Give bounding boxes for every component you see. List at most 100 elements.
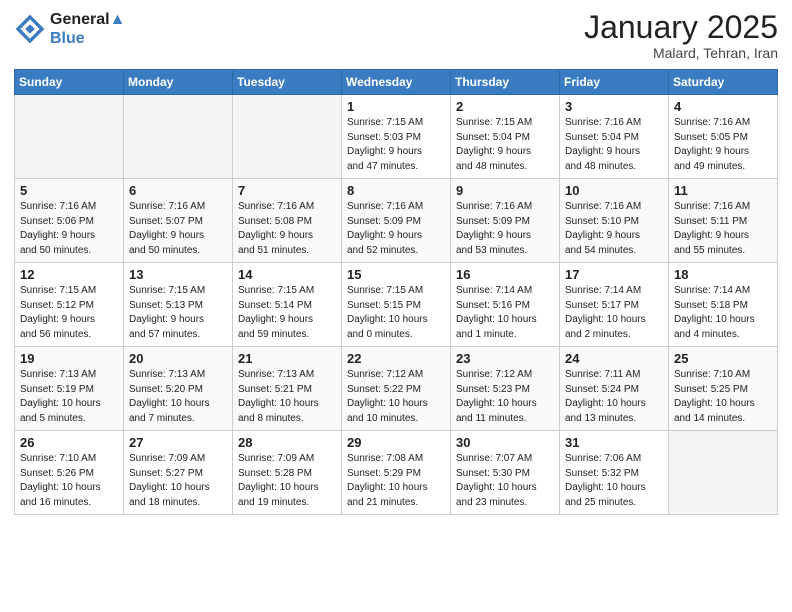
calendar-table: SundayMondayTuesdayWednesdayThursdayFrid… [14, 69, 778, 515]
day-number: 11 [674, 183, 772, 198]
day-number: 19 [20, 351, 118, 366]
day-info: Sunrise: 7:13 AM Sunset: 5:20 PM Dayligh… [129, 368, 227, 426]
logo-text: General▲ Blue [50, 10, 125, 48]
day-number: 12 [20, 267, 118, 282]
weekday-header-monday: Monday [124, 70, 233, 95]
day-number: 23 [456, 351, 554, 366]
day-cell: 26 Sunrise: 7:10 AM Sunset: 5:26 PM Dayli… [15, 431, 124, 515]
day-cell: 18 Sunrise: 7:14 AM Sunset: 5:18 PM Dayli… [669, 263, 778, 347]
day-number: 24 [565, 351, 663, 366]
day-info: Sunrise: 7:15 AM Sunset: 5:04 PM Dayligh… [456, 116, 554, 174]
day-info: Sunrise: 7:08 AM Sunset: 5:29 PM Dayligh… [347, 452, 445, 510]
day-cell: 3Sunrise: 7:16 AM Sunset: 5:04 PM Daylig… [560, 95, 669, 179]
week-row-2: 5Sunrise: 7:16 AM Sunset: 5:06 PM Daylig… [15, 179, 778, 263]
day-number: 4 [674, 99, 772, 114]
weekday-header-saturday: Saturday [669, 70, 778, 95]
day-cell: 13 Sunrise: 7:15 AM Sunset: 5:13 PM Dayli… [124, 263, 233, 347]
week-row-5: 26 Sunrise: 7:10 AM Sunset: 5:26 PM Dayli… [15, 431, 778, 515]
title-block: January 2025 Malard, Tehran, Iran [584, 10, 778, 61]
week-row-1: 1Sunrise: 7:15 AM Sunset: 5:03 PM Daylig… [15, 95, 778, 179]
day-cell [15, 95, 124, 179]
logo: General▲ Blue [14, 10, 125, 48]
day-info: Sunrise: 7:14 AM Sunset: 5:16 PM Dayligh… [456, 284, 554, 342]
day-cell: 10Sunrise: 7:16 AM Sunset: 5:10 PM Dayli… [560, 179, 669, 263]
day-cell: 22 Sunrise: 7:12 AM Sunset: 5:22 PM Dayli… [342, 347, 451, 431]
day-number: 22 [347, 351, 445, 366]
day-info: Sunrise: 7:16 AM Sunset: 5:09 PM Dayligh… [347, 200, 445, 258]
day-number: 20 [129, 351, 227, 366]
day-number: 13 [129, 267, 227, 282]
day-info: Sunrise: 7:15 AM Sunset: 5:13 PM Dayligh… [129, 284, 227, 342]
day-info: Sunrise: 7:14 AM Sunset: 5:18 PM Dayligh… [674, 284, 772, 342]
header: General▲ Blue January 2025 Malard, Tehra… [14, 10, 778, 61]
day-cell: 29 Sunrise: 7:08 AM Sunset: 5:29 PM Dayli… [342, 431, 451, 515]
day-info: Sunrise: 7:12 AM Sunset: 5:23 PM Dayligh… [456, 368, 554, 426]
month-title: January 2025 [584, 10, 778, 45]
day-cell: 24 Sunrise: 7:11 AM Sunset: 5:24 PM Dayli… [560, 347, 669, 431]
day-cell: 6 Sunrise: 7:16 AM Sunset: 5:07 PM Daylig… [124, 179, 233, 263]
week-row-3: 12 Sunrise: 7:15 AM Sunset: 5:12 PM Dayli… [15, 263, 778, 347]
day-cell: 8 Sunrise: 7:16 AM Sunset: 5:09 PM Daylig… [342, 179, 451, 263]
day-info: Sunrise: 7:07 AM Sunset: 5:30 PM Dayligh… [456, 452, 554, 510]
day-cell: 14Sunrise: 7:15 AM Sunset: 5:14 PM Dayli… [233, 263, 342, 347]
day-number: 28 [238, 435, 336, 450]
day-cell: 21 Sunrise: 7:13 AM Sunset: 5:21 PM Dayli… [233, 347, 342, 431]
day-number: 9 [456, 183, 554, 198]
day-number: 15 [347, 267, 445, 282]
location: Malard, Tehran, Iran [584, 45, 778, 61]
day-info: Sunrise: 7:12 AM Sunset: 5:22 PM Dayligh… [347, 368, 445, 426]
day-info: Sunrise: 7:13 AM Sunset: 5:19 PM Dayligh… [20, 368, 118, 426]
day-number: 18 [674, 267, 772, 282]
day-cell: 17 Sunrise: 7:14 AM Sunset: 5:17 PM Dayli… [560, 263, 669, 347]
calendar-page: General▲ Blue January 2025 Malard, Tehra… [0, 0, 792, 612]
day-cell: 5Sunrise: 7:16 AM Sunset: 5:06 PM Daylig… [15, 179, 124, 263]
weekday-header-sunday: Sunday [15, 70, 124, 95]
day-info: Sunrise: 7:15 AM Sunset: 5:03 PM Dayligh… [347, 116, 445, 174]
day-number: 29 [347, 435, 445, 450]
day-number: 30 [456, 435, 554, 450]
day-info: Sunrise: 7:16 AM Sunset: 5:11 PM Dayligh… [674, 200, 772, 258]
day-info: Sunrise: 7:16 AM Sunset: 5:08 PM Dayligh… [238, 200, 336, 258]
weekday-header-tuesday: Tuesday [233, 70, 342, 95]
day-cell: 25 Sunrise: 7:10 AM Sunset: 5:25 PM Dayli… [669, 347, 778, 431]
weekday-header-row: SundayMondayTuesdayWednesdayThursdayFrid… [15, 70, 778, 95]
day-info: Sunrise: 7:16 AM Sunset: 5:09 PM Dayligh… [456, 200, 554, 258]
day-info: Sunrise: 7:06 AM Sunset: 5:32 PM Dayligh… [565, 452, 663, 510]
day-info: Sunrise: 7:15 AM Sunset: 5:12 PM Dayligh… [20, 284, 118, 342]
day-cell: 16Sunrise: 7:14 AM Sunset: 5:16 PM Dayli… [451, 263, 560, 347]
day-cell: 15Sunrise: 7:15 AM Sunset: 5:15 PM Dayli… [342, 263, 451, 347]
day-info: Sunrise: 7:13 AM Sunset: 5:21 PM Dayligh… [238, 368, 336, 426]
day-number: 10 [565, 183, 663, 198]
day-number: 25 [674, 351, 772, 366]
day-info: Sunrise: 7:16 AM Sunset: 5:07 PM Dayligh… [129, 200, 227, 258]
day-cell: 19 Sunrise: 7:13 AM Sunset: 5:19 PM Dayli… [15, 347, 124, 431]
day-cell [233, 95, 342, 179]
day-cell: 1Sunrise: 7:15 AM Sunset: 5:03 PM Daylig… [342, 95, 451, 179]
day-number: 17 [565, 267, 663, 282]
day-info: Sunrise: 7:14 AM Sunset: 5:17 PM Dayligh… [565, 284, 663, 342]
day-info: Sunrise: 7:10 AM Sunset: 5:26 PM Dayligh… [20, 452, 118, 510]
weekday-header-thursday: Thursday [451, 70, 560, 95]
day-cell: 11 Sunrise: 7:16 AM Sunset: 5:11 PM Dayli… [669, 179, 778, 263]
day-cell: 7Sunrise: 7:16 AM Sunset: 5:08 PM Daylig… [233, 179, 342, 263]
day-cell [124, 95, 233, 179]
day-number: 6 [129, 183, 227, 198]
day-cell: 23 Sunrise: 7:12 AM Sunset: 5:23 PM Dayli… [451, 347, 560, 431]
day-info: Sunrise: 7:11 AM Sunset: 5:24 PM Dayligh… [565, 368, 663, 426]
day-info: Sunrise: 7:10 AM Sunset: 5:25 PM Dayligh… [674, 368, 772, 426]
day-number: 3 [565, 99, 663, 114]
day-number: 26 [20, 435, 118, 450]
day-cell: 27Sunrise: 7:09 AM Sunset: 5:27 PM Dayli… [124, 431, 233, 515]
day-number: 21 [238, 351, 336, 366]
day-number: 27 [129, 435, 227, 450]
day-number: 8 [347, 183, 445, 198]
logo-icon [14, 13, 46, 45]
day-number: 2 [456, 99, 554, 114]
day-number: 14 [238, 267, 336, 282]
week-row-4: 19 Sunrise: 7:13 AM Sunset: 5:19 PM Dayli… [15, 347, 778, 431]
day-cell: 31Sunrise: 7:06 AM Sunset: 5:32 PM Dayli… [560, 431, 669, 515]
day-cell: 4 Sunrise: 7:16 AM Sunset: 5:05 PM Daylig… [669, 95, 778, 179]
day-info: Sunrise: 7:16 AM Sunset: 5:05 PM Dayligh… [674, 116, 772, 174]
day-number: 5 [20, 183, 118, 198]
day-cell: 30 Sunrise: 7:07 AM Sunset: 5:30 PM Dayli… [451, 431, 560, 515]
